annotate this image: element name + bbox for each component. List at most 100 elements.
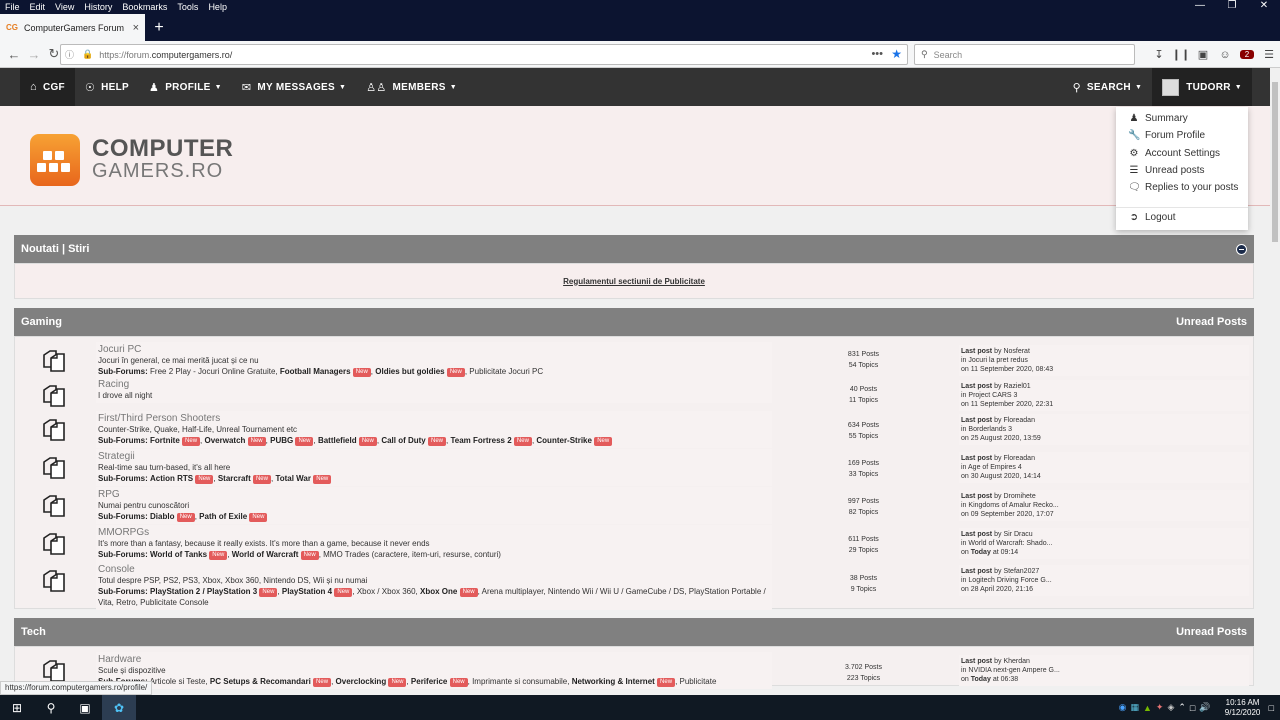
tray-nvidia-icon[interactable]: ▲ [1143,703,1152,713]
back-icon[interactable]: ← [4,47,24,62]
forum-title-link[interactable]: Jocuri PC [98,344,770,355]
subforum-link[interactable]: Articole si Teste [150,677,206,686]
bookmark-star-icon[interactable]: ★ [891,47,902,61]
last-post-topic[interactable]: Jocuri la pret redus [968,357,1028,364]
nav-search[interactable]: ⚲ SEARCH ▼ [1063,68,1153,106]
unread-posts-link[interactable]: Unread Posts [1176,626,1247,638]
subforum-link[interactable]: PC Setups & Recomandari [210,677,311,686]
scrollbar-thumb[interactable] [1272,82,1278,242]
subforum-link[interactable]: Xbox One [420,587,457,596]
hamburger-menu-icon[interactable]: ☰ [1258,48,1280,61]
dropdown-summary[interactable]: ♟ Summary [1128,113,1188,124]
task-view-icon[interactable]: ▣ [68,695,102,720]
sidebar-icon[interactable]: ▣ [1192,48,1214,61]
info-icon[interactable]: ⓘ [65,48,74,61]
dropdown-account-settings[interactable]: ⚙ Account Settings [1128,148,1221,159]
subforum-link[interactable]: MMO Trades (caractere, item-uri, resurse… [323,550,501,559]
subforum-link[interactable]: Starcraft [218,474,251,483]
url-bar[interactable]: ⓘ 🔒 https://forum. computergamers.ro/ •••… [60,44,908,65]
tray-edge-icon[interactable]: ◉ [1119,702,1127,713]
subforum-link[interactable]: Imprimante si consumabile [472,677,567,686]
subforum-link[interactable]: Publicitate [680,677,717,686]
browser-search-input[interactable]: ⚲ Search [914,44,1135,65]
account-icon[interactable]: ☺ [1214,49,1236,61]
subforum-link[interactable]: Publicitate Jocuri PC [469,367,543,376]
last-post-link[interactable]: Last post [961,658,992,665]
close-icon[interactable]: ✕ [1248,0,1280,11]
browser-tab[interactable]: CG ComputerGamers Forum × [0,14,145,41]
category-title[interactable]: Tech [21,626,46,638]
subforum-link[interactable]: Total War [275,474,311,483]
dropdown-forum-profile[interactable]: 🔧 Forum Profile [1128,130,1205,141]
collapse-icon[interactable] [1236,243,1247,255]
last-post-author[interactable]: Raziel01 [1003,383,1030,390]
notice-link[interactable]: Regulamentul sectiunii de Publicitate [563,277,705,286]
forum-title-link[interactable]: Console [98,564,770,575]
tray-volume-icon[interactable]: 🔊 [1199,702,1210,713]
minimize-icon[interactable]: — [1184,0,1216,11]
subforum-link[interactable]: PlayStation 2 / PlayStation 3 [150,587,257,596]
forward-icon[interactable]: → [24,47,44,62]
subforum-link[interactable]: Path of Exile [199,512,247,521]
windows-start-icon[interactable]: ⊞ [0,695,34,720]
forum-title-link[interactable]: Racing [98,379,770,390]
last-post-topic[interactable]: Age of Empires 4 [968,464,1022,471]
subforum-link[interactable]: Action RTS [150,474,193,483]
nav-members[interactable]: ♙♙ MEMBERS ▼ [356,68,467,106]
tray-app-icon[interactable]: ▦ [1130,702,1139,713]
menu-tools[interactable]: Tools [172,2,203,12]
last-post-author[interactable]: Sir Dracu [1003,531,1032,538]
subforum-link[interactable]: World of Tanks [150,550,207,559]
last-post-topic[interactable]: NVIDIA next-gen Ampere G... [968,667,1059,674]
subforum-link[interactable]: Counter-Strike [536,436,592,445]
ublock-icon[interactable]: 2 [1240,50,1254,59]
subforum-link[interactable]: PUBG [270,436,293,445]
nav-messages[interactable]: ✉ MY MESSAGES ▼ [232,68,356,106]
last-post-author[interactable]: Stefan2027 [1003,568,1039,575]
subforum-link[interactable]: Xbox / Xbox 360 [357,587,416,596]
subforum-link[interactable]: Diablo [150,512,174,521]
page-actions-icon[interactable]: ••• [871,48,883,60]
subforum-link[interactable]: Networking & Internet [572,677,655,686]
menu-view[interactable]: View [50,2,79,12]
last-post-topic[interactable]: Logitech Driving Force G... [968,577,1051,584]
dropdown-replies[interactable]: 🗨 Replies to your posts [1128,182,1238,193]
last-post-link[interactable]: Last post [961,531,992,538]
last-post-link[interactable]: Last post [961,493,992,500]
notifications-icon[interactable]: □ [1269,703,1274,713]
nav-cgf[interactable]: ⌂ CGF [20,68,75,106]
new-tab-icon[interactable]: + [145,14,173,41]
library-icon[interactable]: ❙❙ [1170,48,1192,61]
download-icon[interactable]: ↧ [1148,48,1170,61]
search-icon[interactable]: ⚲ [34,695,68,720]
tab-close-icon[interactable]: × [133,22,139,34]
subforum-link[interactable]: Team Fortress 2 [450,436,511,445]
last-post-author[interactable]: Floreadan [1003,455,1035,462]
forum-title-link[interactable]: MMORPGs [98,527,770,538]
tray-app3-icon[interactable]: ◈ [1167,702,1174,713]
menu-file[interactable]: File [0,2,25,12]
menu-edit[interactable]: Edit [25,2,51,12]
subforum-link[interactable]: Overwatch [205,436,246,445]
tray-chevron-icon[interactable]: ⌃ [1178,702,1186,713]
subforum-link[interactable]: Call of Duty [381,436,425,445]
forum-title-link[interactable]: Hardware [98,654,770,665]
dropdown-unread-posts[interactable]: ☰ Unread posts [1128,165,1205,176]
subforum-link[interactable]: Overclocking [336,677,387,686]
last-post-author[interactable]: Kherdan [1003,658,1029,665]
last-post-author[interactable]: Dromihete [1003,493,1035,500]
last-post-link[interactable]: Last post [961,348,992,355]
forum-title-link[interactable]: First/Third Person Shooters [98,413,770,424]
page-scrollbar[interactable] [1270,68,1280,695]
subforum-link[interactable]: Battlefield [318,436,357,445]
nav-help[interactable]: ☉ HELP [75,68,139,106]
dropdown-logout[interactable]: ➲ Logout [1128,212,1176,223]
site-logo[interactable]: COMPUTER GAMERS.RO [30,134,233,186]
subforum-link[interactable]: Fortnite [150,436,180,445]
lock-icon[interactable]: 🔒 [82,49,93,60]
nav-user-menu[interactable]: TUDORR ▼ [1152,68,1252,106]
last-post-topic[interactable]: World of Warcraft: Shado... [968,540,1052,547]
nav-profile[interactable]: ♟ PROFILE ▼ [139,68,232,106]
last-post-link[interactable]: Last post [961,417,992,424]
category-title[interactable]: Noutati | Stiri [21,243,89,255]
